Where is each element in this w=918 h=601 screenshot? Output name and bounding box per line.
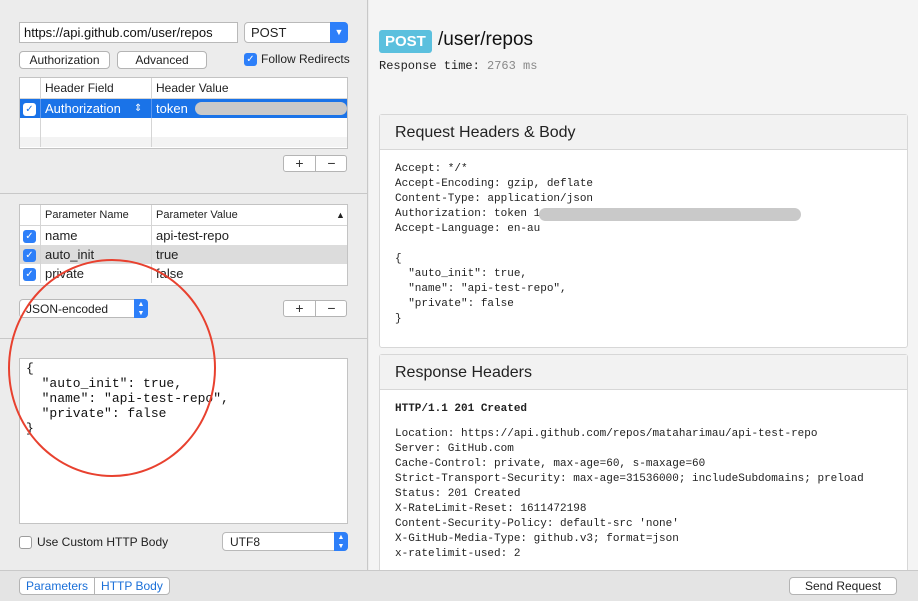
col-header-field[interactable]: Header Field bbox=[41, 78, 151, 98]
plus-icon[interactable]: + bbox=[284, 301, 315, 316]
header-value-cell[interactable]: token bbox=[152, 99, 192, 118]
param-name-cell[interactable]: private bbox=[41, 264, 151, 283]
params-table-header: Parameter Name Parameter Value ▲ bbox=[20, 205, 347, 226]
charset-select[interactable]: UTF8 ▲ ▼ bbox=[222, 532, 348, 551]
response-header-line: Strict-Transport-Security: max-age=31536… bbox=[395, 473, 864, 485]
response-path-title: /user/repos bbox=[438, 29, 534, 50]
chevron-down-icon: ▼ bbox=[330, 22, 348, 43]
request-line bbox=[395, 237, 892, 252]
request-line: "private": false bbox=[395, 298, 514, 310]
section-divider bbox=[0, 193, 368, 194]
method-select-value: POST bbox=[251, 25, 287, 40]
response-header-line: X-GitHub-Media-Type: github.v3; format=j… bbox=[395, 533, 679, 545]
response-header-line: Status: 201 Created bbox=[395, 488, 521, 500]
request-headers-panel: Request Headers & Body Accept: */* Accept… bbox=[379, 114, 908, 348]
request-line: Content-Type: application/json bbox=[395, 193, 594, 205]
response-header-line: Location: https://api.github.com/repos/m… bbox=[395, 428, 818, 440]
minus-icon[interactable]: − bbox=[316, 156, 347, 171]
table-row[interactable]: ✓ name api-test-repo bbox=[20, 226, 347, 245]
response-header-line: Cache-Control: private, max-age=60, s-ma… bbox=[395, 458, 706, 470]
request-editor-pane: https://api.github.com/user/repos POST ▼… bbox=[0, 0, 368, 570]
checkmark-icon[interactable]: ✓ bbox=[23, 230, 36, 244]
checkmark-icon[interactable]: ✓ bbox=[23, 103, 36, 117]
response-header-line: X-RateLimit-Reset: 1611472198 bbox=[395, 503, 587, 515]
advanced-button[interactable]: Advanced bbox=[117, 51, 207, 69]
table-row[interactable]: ✓ auto_init true bbox=[20, 245, 347, 264]
custom-body-checkbox[interactable]: Use Custom HTTP Body bbox=[19, 535, 169, 550]
follow-redirects-label: Follow Redirects bbox=[261, 52, 350, 66]
tab-parameters[interactable]: Parameters bbox=[20, 578, 94, 594]
headers-table: Header Field Header Value ✓ Authorizatio… bbox=[19, 77, 348, 149]
tab-http-body[interactable]: HTTP Body bbox=[95, 578, 169, 594]
table-row[interactable]: ✓ Authorization ⇕ token bbox=[20, 99, 347, 118]
response-headers-panel: Response Headers HTTP/1.1 201 Created Loc… bbox=[379, 354, 908, 570]
charset-select-value: UTF8 bbox=[230, 535, 260, 549]
col-parameter-name[interactable]: Parameter Name bbox=[41, 205, 151, 225]
request-line: "auto_init": true, bbox=[395, 268, 528, 280]
send-request-button[interactable]: Send Request bbox=[789, 577, 897, 595]
request-line: { bbox=[395, 253, 402, 265]
request-line: Authorization: token 1 bbox=[395, 207, 892, 222]
method-badge: POST bbox=[379, 30, 432, 53]
response-header-line: Content-Security-Policy: default-src 'no… bbox=[395, 518, 679, 530]
plus-icon[interactable]: + bbox=[284, 156, 315, 171]
panel-title: Request Headers & Body bbox=[380, 115, 907, 150]
table-row[interactable]: ✓ private false bbox=[20, 264, 347, 283]
checkmark-icon: ✓ bbox=[244, 53, 257, 67]
response-header-line: x-ratelimit-used: 2 bbox=[395, 548, 521, 560]
encoding-select[interactable]: JSON-encoded ▲ ▼ bbox=[19, 299, 148, 318]
param-value-cell[interactable]: api-test-repo bbox=[152, 226, 348, 245]
body-mode-tabs: Parameters HTTP Body bbox=[19, 577, 170, 595]
section-divider bbox=[0, 338, 368, 339]
col-header-value[interactable]: Header Value bbox=[152, 78, 342, 98]
request-line: Accept-Language: en-au bbox=[395, 223, 541, 235]
response-headers-body: HTTP/1.1 201 Created Location: https://ap… bbox=[380, 390, 907, 570]
request-line: Accept-Encoding: gzip, deflate bbox=[395, 178, 594, 190]
request-line: Accept: */* bbox=[395, 163, 468, 175]
table-row[interactable] bbox=[20, 137, 347, 147]
follow-redirects-checkbox[interactable]: ✓ Follow Redirects bbox=[244, 52, 350, 67]
checkmark-icon[interactable]: ✓ bbox=[23, 249, 36, 263]
authorization-button[interactable]: Authorization bbox=[19, 51, 110, 69]
params-add-remove: + − bbox=[283, 300, 347, 317]
encoding-select-value: JSON-encoded bbox=[26, 302, 109, 316]
response-pane: POST /user/repos Response time: 2763 ms … bbox=[369, 0, 918, 570]
panel-title: Response Headers bbox=[380, 355, 907, 390]
url-input[interactable]: https://api.github.com/user/repos bbox=[19, 22, 238, 43]
minus-icon[interactable]: − bbox=[316, 301, 347, 316]
param-name-cell[interactable]: name bbox=[41, 226, 151, 245]
col-parameter-value[interactable]: Parameter Value bbox=[152, 205, 332, 225]
response-time: Response time: 2763 ms bbox=[379, 59, 537, 73]
bottom-toolbar: Parameters HTTP Body Send Request bbox=[0, 570, 918, 601]
headers-table-header: Header Field Header Value bbox=[20, 78, 347, 99]
redacted-token bbox=[539, 208, 801, 221]
updown-chevron-icon: ▲ ▼ bbox=[334, 532, 348, 551]
param-value-cell[interactable]: true bbox=[152, 245, 348, 264]
param-value-cell[interactable]: false bbox=[152, 264, 348, 283]
http-body-preview[interactable]: { "auto_init": true, "name": "api-test-r… bbox=[19, 358, 348, 524]
headers-add-remove: + − bbox=[283, 155, 347, 172]
params-table: Parameter Name Parameter Value ▲ ✓ name … bbox=[19, 204, 348, 286]
response-time-value: 2763 ms bbox=[487, 59, 538, 73]
request-line: } bbox=[395, 313, 402, 325]
updown-chevron-icon: ▲ ▼ bbox=[134, 299, 148, 318]
checkbox-icon bbox=[19, 536, 32, 550]
response-time-label: Response time: bbox=[379, 59, 480, 73]
status-line: HTTP/1.1 201 Created bbox=[395, 403, 528, 415]
request-headers-body: Accept: */* Accept-Encoding: gzip, deflat… bbox=[380, 150, 907, 339]
request-line: "name": "api-test-repo", bbox=[395, 283, 567, 295]
method-select[interactable]: POST ▼ bbox=[244, 22, 348, 43]
chevron-up-icon[interactable]: ▲ bbox=[332, 205, 348, 225]
custom-body-label: Use Custom HTTP Body bbox=[37, 535, 169, 549]
updown-chevron-icon[interactable]: ⇕ bbox=[134, 99, 150, 118]
redacted-token bbox=[195, 102, 347, 115]
checkmark-icon[interactable]: ✓ bbox=[23, 268, 36, 282]
response-header-line: Server: GitHub.com bbox=[395, 443, 514, 455]
param-name-cell[interactable]: auto_init bbox=[41, 245, 151, 264]
table-row[interactable] bbox=[20, 118, 347, 137]
